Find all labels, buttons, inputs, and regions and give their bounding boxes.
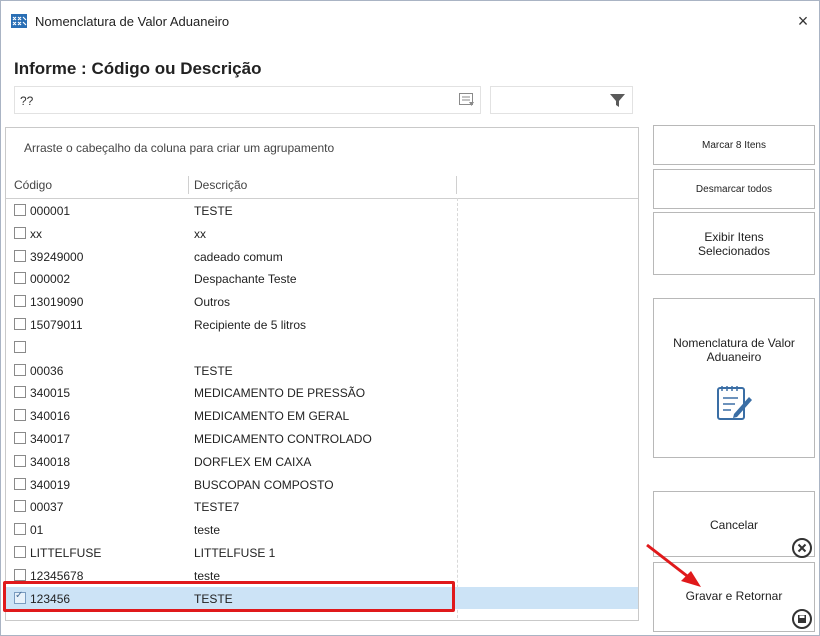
row-checkbox[interactable] <box>14 340 26 353</box>
row-code: 340017 <box>30 431 71 446</box>
show-selected-label-2: Selecionados <box>697 244 771 258</box>
row-description: LITTELFUSE 1 <box>194 545 276 560</box>
row-checkbox[interactable] <box>14 272 26 285</box>
row-checkbox[interactable] <box>14 226 26 239</box>
row-description: cadeado comum <box>194 249 283 264</box>
table-row[interactable]: xx xx <box>6 222 638 245</box>
row-code: LITTELFUSE <box>30 545 102 560</box>
unmark-all-label: Desmarcar todos <box>695 184 773 195</box>
row-code: 340016 <box>30 409 71 424</box>
row-description: BUSCOPAN COMPOSTO <box>194 477 334 492</box>
table-row[interactable] <box>6 336 638 359</box>
red-arrow-annotation <box>646 543 701 587</box>
row-checkbox[interactable] <box>14 249 26 262</box>
row-checkbox[interactable] <box>14 568 26 581</box>
row-description: TESTE7 <box>194 500 240 515</box>
row-description: TESTE <box>194 204 233 218</box>
column-header-code[interactable]: Código <box>14 178 52 192</box>
row-description: TESTE <box>194 363 233 378</box>
row-code: 01 <box>30 523 44 538</box>
search-input[interactable]: ?? <box>14 86 481 114</box>
close-icon[interactable]: × <box>791 9 815 33</box>
title-bar: Nomenclatura de Valor Aduaneiro × <box>1 1 819 41</box>
row-description: xx <box>194 226 206 241</box>
row-code: 15079011 <box>30 317 83 332</box>
row-code: 00037 <box>30 500 64 515</box>
table-row[interactable]: 00036 TESTE <box>6 359 638 382</box>
table-row[interactable]: 00037 TESTE7 <box>6 495 638 518</box>
grid-rows: 000001 TESTE xx xx 39249000 cadeado comum 0000… <box>6 199 638 610</box>
group-panel[interactable]: Arraste o cabeçalho da coluna para criar… <box>6 128 638 173</box>
table-row[interactable]: 000001 TESTE <box>6 199 638 222</box>
filter-icon[interactable] <box>609 92 626 109</box>
show-selected-label-1: Exibir Itens <box>704 230 764 244</box>
row-description: Despachante Teste <box>194 272 297 287</box>
row-code: 340015 <box>30 386 71 401</box>
row-checkbox[interactable] <box>14 317 26 330</box>
table-row[interactable]: 39249000 cadeado comum <box>6 245 638 268</box>
save-icon <box>792 609 812 629</box>
window-title: Nomenclatura de Valor Aduaneiro <box>35 14 230 29</box>
row-checkbox[interactable] <box>14 386 26 399</box>
table-row[interactable]: 15079011 Recipiente de 5 litros <box>6 313 638 336</box>
row-description: DORFLEX EM CAIXA <box>194 454 312 469</box>
row-checkbox[interactable] <box>14 363 26 376</box>
nomenclature-label-1: Nomenclatura de Valor <box>673 336 795 350</box>
dialog-window: Nomenclatura de Valor Aduaneiro × Inform… <box>0 0 820 636</box>
search-prompt: Informe : Código ou Descrição <box>14 59 262 78</box>
row-checkbox[interactable] <box>14 454 26 467</box>
column-header-description[interactable]: Descrição <box>194 178 247 192</box>
row-description: Recipiente de 5 litros <box>194 317 307 332</box>
row-description: teste <box>194 523 221 538</box>
filter-field[interactable] <box>490 86 633 114</box>
row-checkbox[interactable] <box>14 431 26 444</box>
table-row[interactable]: 340017 MEDICAMENTO CONTROLADO <box>6 427 638 450</box>
row-checkbox[interactable] <box>14 523 26 536</box>
edit-document-icon <box>717 386 752 420</box>
close-circle-icon <box>792 538 812 558</box>
search-value: ?? <box>20 94 34 108</box>
table-row[interactable]: LITTELFUSE LITTELFUSE 1 <box>6 541 638 564</box>
column-separator[interactable] <box>188 176 189 194</box>
row-code: xx <box>30 226 42 241</box>
row-checkbox[interactable] <box>14 204 26 216</box>
nomenclature-label-2: Aduaneiro <box>706 350 762 364</box>
table-row[interactable]: 01 teste <box>6 518 638 541</box>
grid-header: Código Descrição <box>6 172 638 199</box>
unmark-all-button[interactable]: Desmarcar todos <box>653 169 815 209</box>
row-checkbox[interactable] <box>14 477 26 490</box>
row-code: 000001 <box>30 204 71 218</box>
group-hint: Arraste o cabeçalho da coluna para criar… <box>24 141 335 155</box>
table-row[interactable]: 340015 MEDICAMENTO DE PRESSÃO <box>6 381 638 404</box>
mark-items-button[interactable]: Marcar 8 Itens <box>653 125 815 165</box>
row-code: 340018 <box>30 454 71 469</box>
row-description: Outros <box>194 295 231 310</box>
items-grid: Arraste o cabeçalho da coluna para criar… <box>5 127 639 621</box>
app-icon <box>11 14 27 28</box>
nomenclature-button[interactable]: Nomenclatura de Valor Aduaneiro <box>653 298 815 458</box>
row-checkbox[interactable] <box>14 295 26 308</box>
row-code: 340019 <box>30 477 71 492</box>
row-checkbox[interactable] <box>14 545 26 558</box>
selected-row-highlight <box>3 581 455 612</box>
row-code: 13019090 <box>30 295 84 310</box>
row-checkbox[interactable] <box>14 500 26 513</box>
table-row[interactable]: 13019090 Outros <box>6 290 638 313</box>
row-code: 39249000 <box>30 249 84 264</box>
row-code: 00036 <box>30 363 64 378</box>
search-list-icon[interactable] <box>459 93 475 107</box>
row-description: MEDICAMENTO CONTROLADO <box>194 431 372 446</box>
table-row[interactable]: 340016 MEDICAMENTO EM GERAL <box>6 404 638 427</box>
row-description: MEDICAMENTO EM GERAL <box>194 409 350 424</box>
table-row[interactable]: 340019 BUSCOPAN COMPOSTO <box>6 473 638 496</box>
mark-items-label: Marcar 8 Itens <box>702 140 766 151</box>
table-row[interactable]: 000002 Despachante Teste <box>6 267 638 290</box>
row-description: MEDICAMENTO DE PRESSÃO <box>194 386 366 401</box>
column-separator[interactable] <box>456 176 457 194</box>
table-row[interactable]: 340018 DORFLEX EM CAIXA <box>6 450 638 473</box>
row-checkbox[interactable] <box>14 409 26 422</box>
show-selected-button[interactable]: Exibir Itens Selecionados <box>653 212 815 275</box>
cancel-label: Cancelar <box>709 518 759 532</box>
row-code: 000002 <box>30 272 71 287</box>
